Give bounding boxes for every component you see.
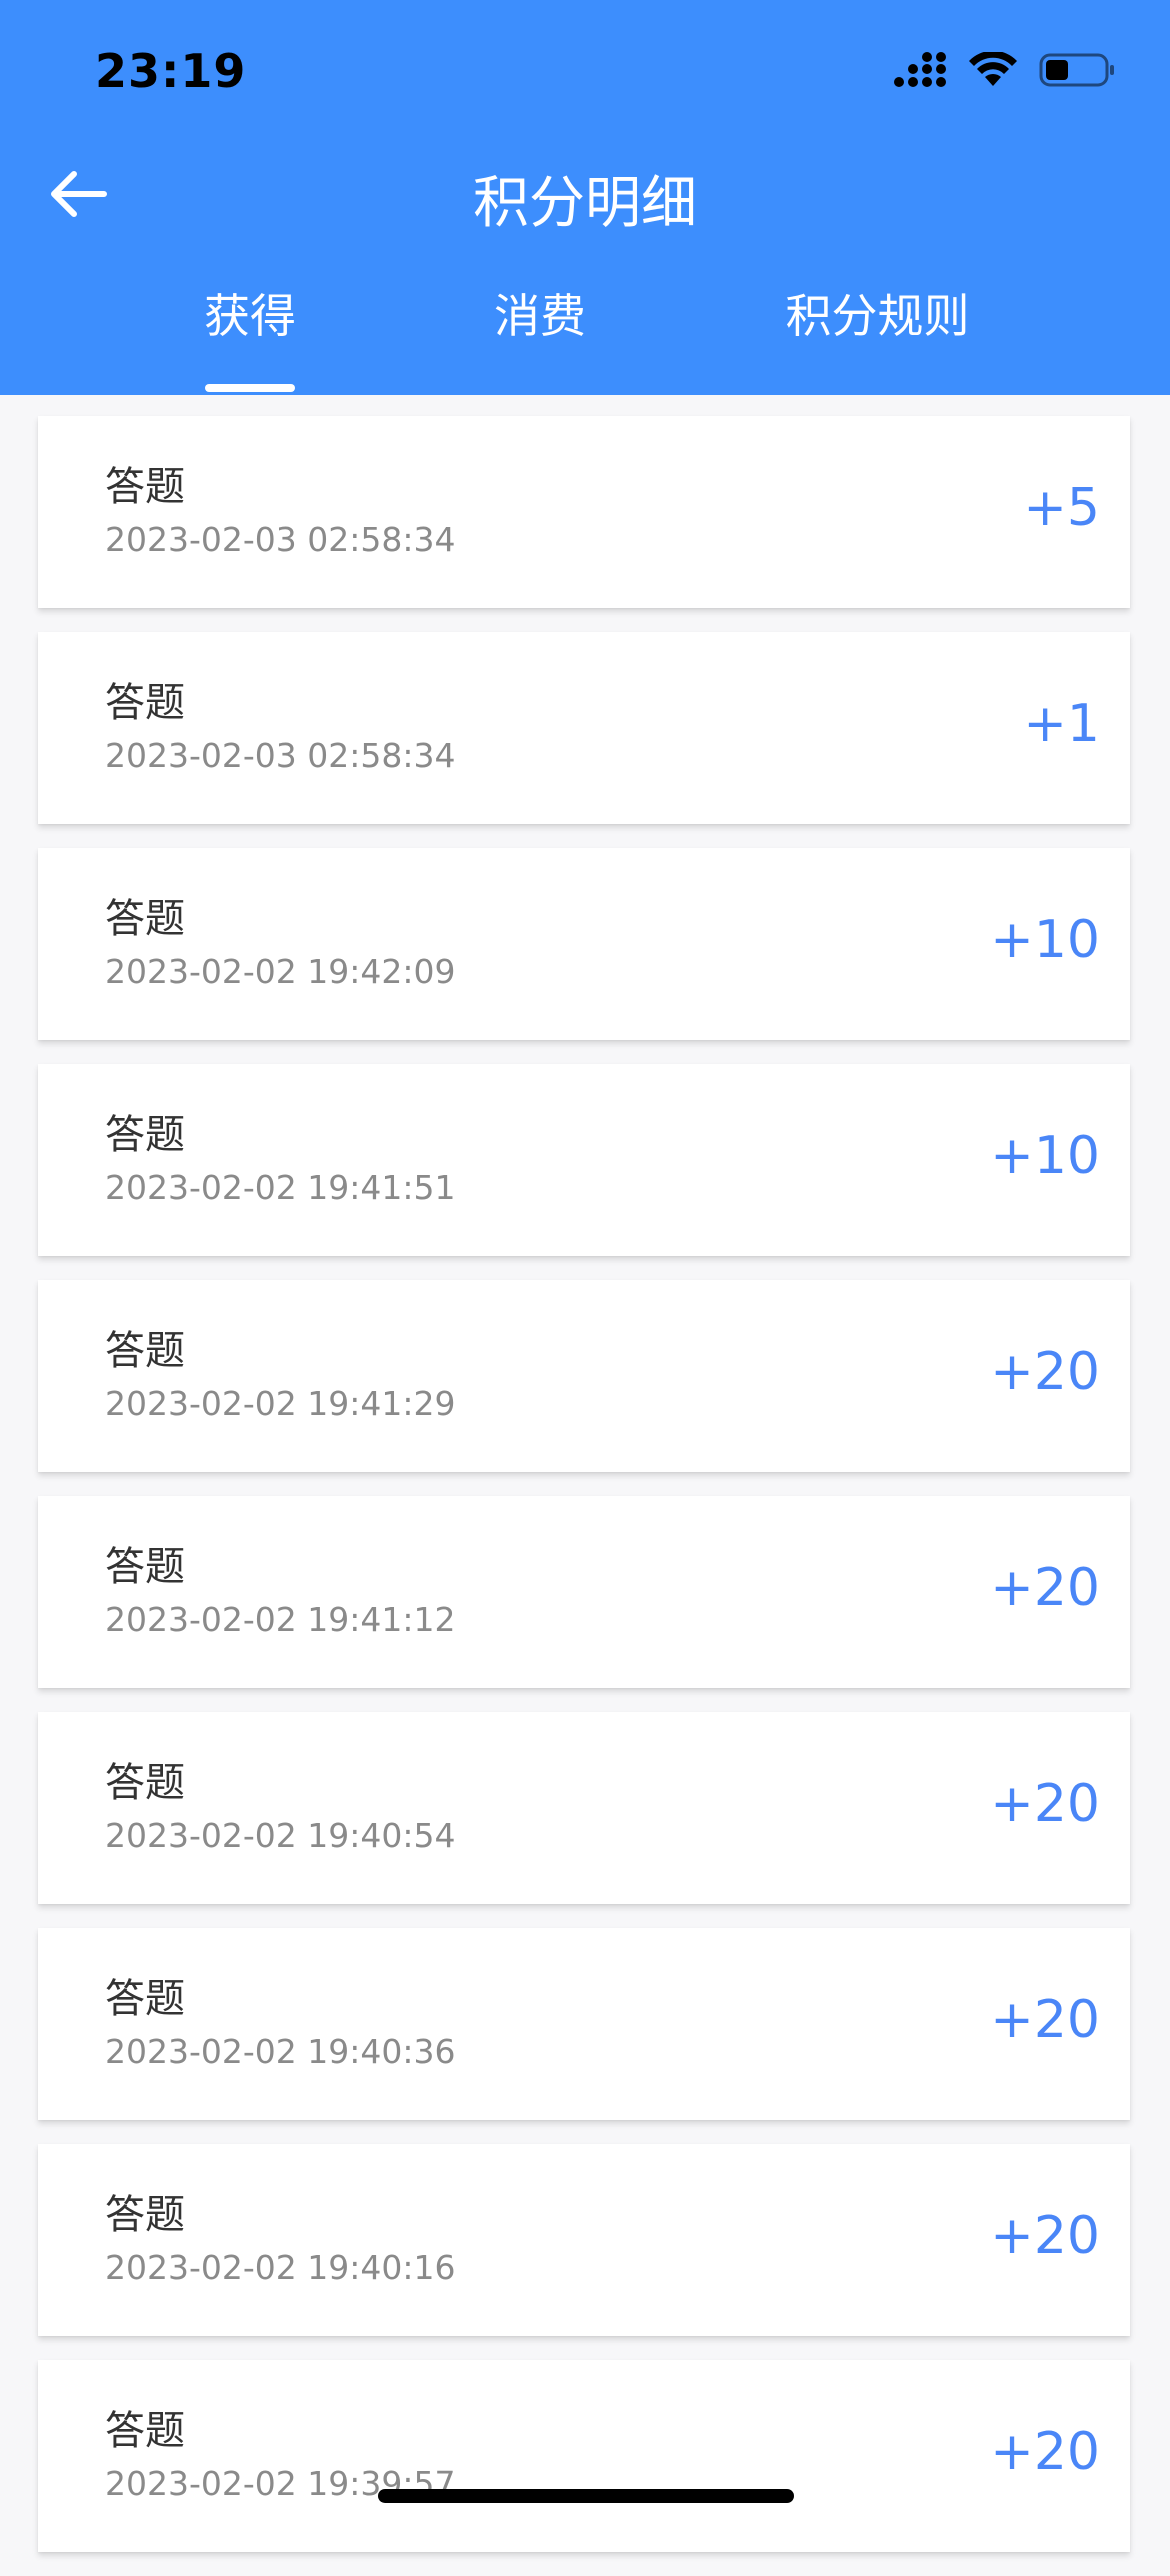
record-points: +10	[990, 910, 1100, 970]
record-points: +20	[990, 1990, 1100, 2050]
status-time: 23:19	[95, 44, 247, 98]
record-title: 答题	[105, 1760, 185, 1806]
record-time: 2023-02-02 19:41:12	[105, 1600, 456, 1639]
record-title: 答题	[105, 1544, 185, 1590]
app-header: 23:19 积分明细 获得 消费 积分规则	[0, 0, 1170, 395]
record-points: +10	[990, 1126, 1100, 1186]
record-points: +20	[990, 1342, 1100, 1402]
wifi-icon	[969, 50, 1017, 92]
active-tab-indicator	[205, 384, 295, 392]
record-title: 答题	[105, 2408, 185, 2454]
record-time: 2023-02-03 02:58:34	[105, 736, 456, 775]
tab-label: 消费	[494, 289, 586, 343]
list-item[interactable]: 答题 2023-02-02 19:41:12 +20	[38, 1496, 1130, 1688]
record-time: 2023-02-02 19:41:51	[105, 1168, 456, 1207]
tab-spent[interactable]: 消费	[460, 290, 620, 395]
list-item[interactable]: 答题 2023-02-02 19:40:16 +20	[38, 2144, 1130, 2336]
list-item[interactable]: 答题 2023-02-02 19:42:09 +10	[38, 848, 1130, 1040]
record-title: 答题	[105, 1328, 185, 1374]
list-item[interactable]: 答题 2023-02-02 19:40:54 +20	[38, 1712, 1130, 1904]
record-title: 答题	[105, 1112, 185, 1158]
record-points: +20	[990, 1558, 1100, 1618]
record-time: 2023-02-02 19:41:29	[105, 1384, 456, 1423]
record-time: 2023-02-03 02:58:34	[105, 520, 456, 559]
record-time: 2023-02-02 19:40:36	[105, 2032, 456, 2071]
list-item[interactable]: 答题 2023-02-02 19:40:36 +20	[38, 1928, 1130, 2120]
status-bar: 23:19	[0, 0, 1170, 150]
record-time: 2023-02-02 19:42:09	[105, 952, 456, 991]
record-points: +20	[990, 2422, 1100, 2482]
battery-icon	[1039, 52, 1115, 92]
points-record-list: 答题 2023-02-03 02:58:34 +5 答题 2023-02-03 …	[38, 416, 1132, 2576]
tab-label: 获得	[204, 289, 296, 343]
tab-points-rules[interactable]: 积分规则	[770, 290, 985, 395]
record-title: 答题	[105, 464, 185, 510]
record-time: 2023-02-02 19:40:54	[105, 1816, 456, 1855]
page-title: 积分明细	[473, 171, 697, 236]
status-icons	[893, 50, 1115, 92]
nav-bar: 积分明细	[0, 150, 1170, 240]
list-item[interactable]: 答题 2023-02-03 02:58:34 +1	[38, 632, 1130, 824]
list-item[interactable]: 答题 2023-02-02 19:39:57 +20	[38, 2360, 1130, 2552]
record-time: 2023-02-02 19:40:16	[105, 2248, 456, 2287]
list-item[interactable]: 答题 2023-02-02 19:41:29 +20	[38, 1280, 1130, 1472]
record-title: 答题	[105, 1976, 185, 2022]
record-points: +20	[990, 1774, 1100, 1834]
tab-label: 积分规则	[785, 289, 970, 343]
tab-earned[interactable]: 获得	[170, 290, 330, 395]
record-points: +1	[1023, 694, 1100, 754]
list-item[interactable]: 答题 2023-02-03 02:58:34 +5	[38, 416, 1130, 608]
tab-bar: 获得 消费 积分规则	[0, 290, 1170, 395]
record-points: +5	[1023, 478, 1100, 538]
home-indicator[interactable]	[378, 2489, 794, 2503]
record-title: 答题	[105, 2192, 185, 2238]
list-item[interactable]: 答题 2023-02-02 19:41:51 +10	[38, 1064, 1130, 1256]
record-points: +20	[990, 2206, 1100, 2266]
record-title: 答题	[105, 896, 185, 942]
record-title: 答题	[105, 680, 185, 726]
cellular-signal-icon	[893, 52, 947, 92]
